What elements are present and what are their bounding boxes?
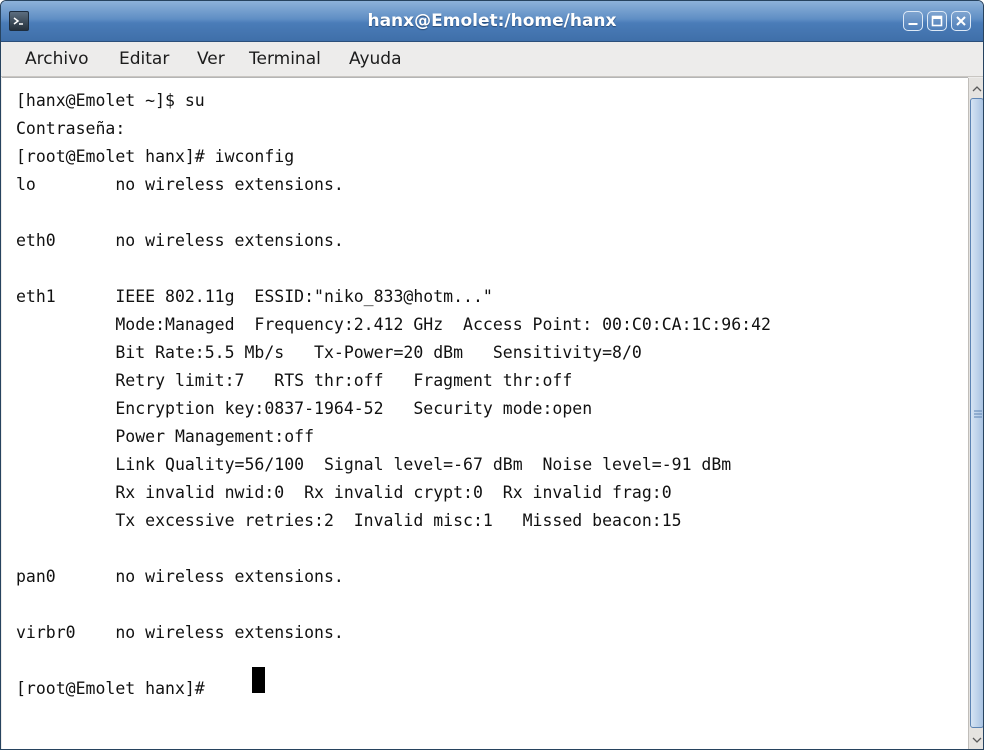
maximize-icon: [931, 15, 943, 27]
terminal-line: virbr0 no wireless extensions.: [16, 623, 344, 642]
menu-bar: Archivo Editar Ver Terminal Ayuda: [1, 42, 983, 77]
scroll-down-arrow-icon[interactable]: [970, 732, 984, 748]
terminal-line: Rx invalid nwid:0 Rx invalid crypt:0 Rx …: [16, 483, 672, 502]
close-icon: [956, 16, 966, 26]
minimize-icon: [908, 23, 918, 25]
terminal-line: lo no wireless extensions.: [16, 175, 344, 194]
menu-terminal[interactable]: Terminal: [249, 42, 321, 76]
terminal-line: pan0 no wireless extensions.: [16, 567, 344, 586]
scroll-grip-icon: [974, 410, 982, 418]
menu-archivo[interactable]: Archivo: [25, 42, 89, 76]
terminal-window: hanx@Emolet:/home/hanx Archivo Editar Ve…: [0, 0, 984, 750]
terminal-line: Bit Rate:5.5 Mb/s Tx-Power=20 dBm Sensit…: [16, 343, 642, 362]
terminal-prompt: [root@Emolet hanx]#: [16, 679, 215, 698]
minimize-button[interactable]: [903, 11, 923, 31]
terminal-output[interactable]: [hanx@Emolet ~]$ su Contraseña: [root@Em…: [2, 77, 968, 749]
terminal-line: eth0 no wireless extensions.: [16, 231, 344, 250]
menu-ayuda[interactable]: Ayuda: [349, 42, 402, 76]
terminal-line: Link Quality=56/100 Signal level=-67 dBm…: [16, 455, 732, 474]
vertical-scrollbar[interactable]: [968, 78, 984, 749]
window-title: hanx@Emolet:/home/hanx: [367, 11, 617, 31]
terminal-line: Power Management:off: [16, 427, 315, 446]
menu-editar[interactable]: Editar: [119, 42, 169, 76]
terminal-line: Tx excessive retries:2 Invalid misc:1 Mi…: [16, 511, 682, 530]
text-cursor: [252, 667, 265, 693]
title-bar[interactable]: hanx@Emolet:/home/hanx: [1, 1, 983, 42]
scrollbar-thumb[interactable]: [970, 98, 983, 728]
close-button[interactable]: [951, 11, 971, 31]
terminal-line: [hanx@Emolet ~]$ su: [16, 91, 205, 110]
maximize-button[interactable]: [927, 11, 947, 31]
terminal-line: [root@Emolet hanx]# iwconfig: [16, 147, 295, 166]
terminal-line: eth1 IEEE 802.11g ESSID:"niko_833@hotm..…: [16, 287, 493, 306]
scroll-up-arrow-icon[interactable]: [970, 81, 984, 97]
terminal-line: Encryption key:0837-1964-52 Security mod…: [16, 399, 593, 418]
terminal-line: Retry limit:7 RTS thr:off Fragment thr:o…: [16, 371, 573, 390]
terminal-line: Mode:Managed Frequency:2.412 GHz Access …: [16, 315, 771, 334]
menu-ver[interactable]: Ver: [197, 42, 225, 76]
terminal-line: Contraseña:: [16, 119, 126, 138]
